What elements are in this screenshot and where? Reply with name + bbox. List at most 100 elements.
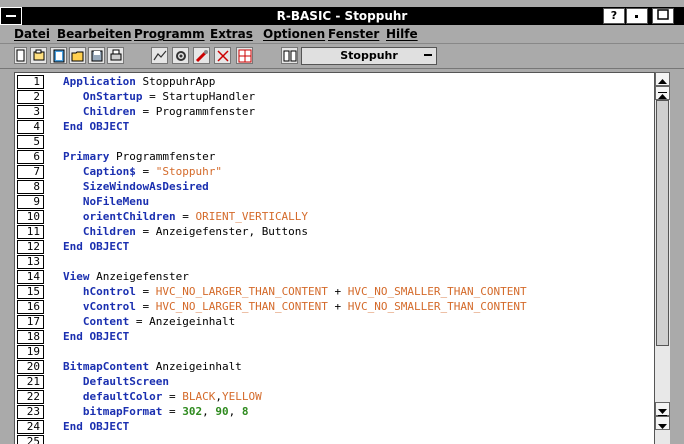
- open-file-button[interactable]: [30, 47, 47, 64]
- vertical-scrollbar[interactable]: [654, 72, 670, 444]
- code-token: Caption$: [82, 165, 136, 178]
- code-line[interactable]: hControl = HVC_NO_LARGER_THAN_CONTENT + …: [63, 284, 527, 299]
- scroll-page-down-button[interactable]: [655, 402, 670, 416]
- code-line[interactable]: NoFileMenu: [63, 194, 149, 209]
- folder-button[interactable]: [69, 47, 86, 64]
- code-token: End OBJECT: [63, 240, 130, 253]
- maximize-button[interactable]: [652, 8, 674, 24]
- save-button[interactable]: [88, 47, 105, 64]
- code-line[interactable]: Primary Programmfenster: [63, 149, 215, 164]
- menu-extras[interactable]: Extras: [210, 25, 253, 43]
- document-button[interactable]: [50, 47, 67, 64]
- menu-optionen[interactable]: Optionen: [263, 25, 325, 43]
- code-token: View: [63, 270, 90, 283]
- split-view-button[interactable]: [281, 47, 298, 64]
- debug-button[interactable]: [193, 47, 210, 64]
- application-window: R-BASIC - Stoppuhr ? Datei Bearbeiten Pr…: [0, 0, 684, 444]
- line-number: 3: [17, 105, 44, 119]
- scroll-down-button[interactable]: [655, 416, 670, 430]
- help-button[interactable]: ?: [603, 8, 625, 24]
- code-line[interactable]: Application StoppuhrApp: [63, 74, 215, 89]
- line-number-gutter: 1 2 3 4 5 6 7 8 9 10 11 12 13 14 15 16 17 18 19 20 21 22 23 24 2…: [15, 73, 47, 444]
- code-token: ,: [202, 405, 216, 418]
- scroll-up-button[interactable]: [655, 72, 670, 86]
- code-editor[interactable]: 1 2 3 4 5 6 7 8 9 10 11 12 13 14 15 16 17 18 19 20 21 22 23 24 2…: [14, 72, 654, 444]
- code-token: =: [162, 405, 183, 418]
- code-token: = Programmfenster: [135, 105, 256, 118]
- new-file-button[interactable]: [14, 47, 27, 64]
- line-number: 7: [17, 165, 44, 179]
- line-number: 4: [17, 120, 44, 134]
- code-line[interactable]: DefaultScreen: [63, 374, 169, 389]
- line-number: 9: [17, 195, 44, 209]
- code-token: Anzeigefenster: [89, 270, 189, 283]
- code-line[interactable]: End OBJECT: [63, 329, 129, 344]
- code-token: =: [135, 300, 156, 313]
- code-line[interactable]: vControl = HVC_NO_LARGER_THAN_CONTENT + …: [63, 299, 527, 314]
- code-token: +: [327, 285, 348, 298]
- print-button[interactable]: [107, 47, 124, 64]
- print-icon: [110, 49, 122, 61]
- line-number: 24: [17, 420, 44, 434]
- code-token: =: [162, 390, 183, 403]
- code-token: ,: [228, 405, 242, 418]
- code-line[interactable]: End OBJECT: [63, 119, 129, 134]
- code-token: Children: [82, 105, 136, 118]
- window-title: R-BASIC - Stoppuhr: [276, 9, 408, 23]
- code-line[interactable]: End OBJECT: [63, 419, 129, 434]
- compile-button[interactable]: [172, 47, 189, 64]
- code-token: HVC_NO_SMALLER_THAN_CONTENT: [347, 285, 527, 298]
- code-line[interactable]: SizeWindowAsDesired: [63, 179, 209, 194]
- run-button[interactable]: [151, 47, 168, 64]
- menu-bearbeiten[interactable]: Bearbeiten: [57, 25, 132, 43]
- code-token: = Anzeigeinhalt: [129, 315, 236, 328]
- code-line[interactable]: Caption$ = "Stoppuhr": [63, 164, 222, 179]
- code-token: +: [327, 300, 348, 313]
- line-number: 12: [17, 240, 44, 254]
- menu-datei[interactable]: Datei: [14, 25, 50, 43]
- minimize-button[interactable]: [626, 8, 648, 24]
- dropdown-value: Stoppuhr: [340, 49, 398, 62]
- code-line[interactable]: End OBJECT: [63, 239, 129, 254]
- title-bar[interactable]: R-BASIC - Stoppuhr ?: [0, 7, 684, 25]
- code-token: =: [175, 210, 196, 223]
- code-token: DefaultScreen: [82, 375, 169, 388]
- code-line[interactable]: OnStartup = StartupHandler: [63, 89, 255, 104]
- scroll-thumb[interactable]: [656, 100, 669, 346]
- window-select-dropdown[interactable]: Stoppuhr: [301, 47, 437, 65]
- code-token: StoppuhrApp: [135, 75, 216, 88]
- line-number: 18: [17, 330, 44, 344]
- scroll-page-up-button[interactable]: [655, 86, 670, 100]
- menu-bar: Datei Bearbeiten Programm Extras Optione…: [0, 25, 684, 44]
- code-line[interactable]: BitmapContent Anzeigeinhalt: [63, 359, 242, 374]
- menu-hilfe[interactable]: Hilfe: [386, 25, 418, 43]
- code-line[interactable]: View Anzeigefenster: [63, 269, 189, 284]
- stop-button[interactable]: [214, 47, 231, 64]
- line-number: 21: [17, 375, 44, 389]
- code-token: Primary: [63, 150, 110, 163]
- code-token: ORIENT_VERTICALLY: [195, 210, 309, 223]
- code-line[interactable]: Children = Anzeigefenster, Buttons: [63, 224, 308, 239]
- line-number: 25: [17, 435, 44, 444]
- code-token: bitmapFormat: [82, 405, 163, 418]
- code-line[interactable]: bitmapFormat = 302, 90, 8: [63, 404, 249, 419]
- code-token: SizeWindowAsDesired: [82, 180, 209, 193]
- code-line[interactable]: Content = Anzeigeinhalt: [63, 314, 235, 329]
- stop-icon: [217, 50, 229, 62]
- dropdown-arrow-icon: [424, 54, 432, 56]
- code-line[interactable]: Children = Programmfenster: [63, 104, 255, 119]
- code-line[interactable]: orientChildren = ORIENT_VERTICALLY: [63, 209, 308, 224]
- menu-programm[interactable]: Programm: [134, 25, 205, 43]
- line-number: 1: [17, 75, 44, 89]
- window-layout-button[interactable]: [236, 47, 253, 64]
- gear-icon: [176, 51, 186, 61]
- code-line[interactable]: defaultColor = BLACK,YELLOW: [63, 389, 262, 404]
- menu-fenster[interactable]: Fenster: [328, 25, 379, 43]
- grid-icon: [238, 49, 252, 63]
- line-number: 6: [17, 150, 44, 164]
